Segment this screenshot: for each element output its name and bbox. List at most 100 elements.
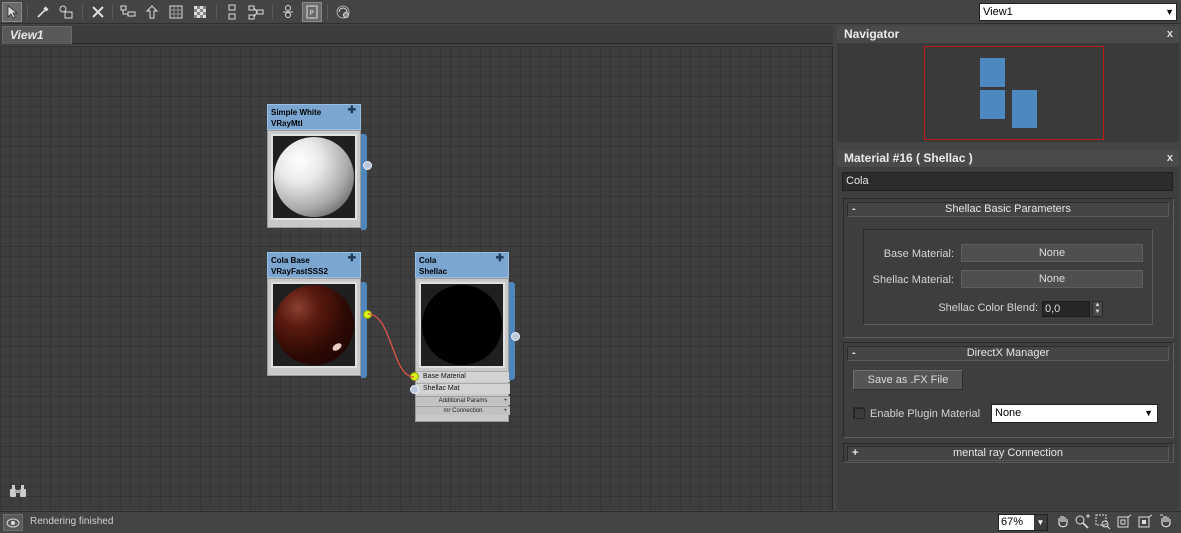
base-material-label: Base Material: (883, 248, 954, 260)
toolbar-separator (216, 4, 217, 20)
pan-view-icon[interactable] (1157, 513, 1175, 531)
rollout-mr-connection[interactable]: mr Connection + (416, 406, 510, 415)
slot-label: Base Material (423, 373, 466, 380)
node-name: Cola Base (271, 256, 310, 265)
eyedropper-icon[interactable] (33, 2, 53, 22)
spinner-arrows-icon[interactable]: ▲ ▼ (1092, 301, 1103, 317)
node-cola-shellac[interactable]: Cola Shellac ✚ Base Material Shellac Mat… (410, 252, 520, 424)
node-name: Simple White (271, 108, 322, 117)
shellac-material-button[interactable]: None (961, 270, 1143, 288)
render-status-icon[interactable] (3, 514, 23, 531)
node-name: Cola (419, 256, 437, 265)
chevron-down-icon: ▼ (1144, 408, 1153, 418)
material-panel-title: Material #16 ( Shellac ) (844, 151, 973, 165)
node-cola-base[interactable]: Cola Base VRayFastSSS2 ✚ (267, 252, 372, 378)
slot-base-material[interactable]: Base Material (416, 371, 510, 382)
view-select-value: View1 (983, 6, 1013, 18)
layout-children-vertical-icon[interactable] (246, 2, 266, 22)
tab-view1[interactable]: View1 (2, 26, 72, 44)
delete-icon[interactable] (88, 2, 108, 22)
pick-material-icon[interactable] (56, 2, 76, 22)
output-socket[interactable] (363, 310, 372, 319)
view-tab-bar (0, 25, 833, 45)
slot-label: Shellac Mat (423, 385, 460, 392)
navigator-node-thumbnail (1012, 90, 1037, 128)
toolbar: P View1 ▼ (0, 0, 1181, 24)
show-background-icon[interactable] (190, 2, 210, 22)
output-socket[interactable] (511, 332, 520, 341)
material-preview (271, 282, 357, 368)
rollout-label: Additional Params (438, 398, 488, 404)
node-output-tab (361, 134, 367, 230)
node-body: Base Material Shellac Mat Additional Par… (415, 278, 510, 422)
zoom-extents-icon[interactable] (1115, 513, 1133, 531)
zoom-extents-selected-icon[interactable] (1136, 513, 1154, 531)
close-icon[interactable]: x (1167, 150, 1173, 167)
base-material-button[interactable]: None (961, 244, 1143, 262)
render-map-icon[interactable] (333, 2, 353, 22)
rollout-title: mental ray Connection (952, 447, 1064, 459)
output-socket[interactable] (363, 161, 372, 170)
navigator-node-thumbnail (980, 58, 1005, 87)
rollout-header-directx[interactable]: - DirectX Manager (847, 346, 1169, 361)
parameter-editor-icon[interactable]: P (302, 2, 322, 22)
layout-children-icon[interactable] (118, 2, 138, 22)
binoculars-icon[interactable] (9, 484, 27, 498)
slot-shellac-mat[interactable]: Shellac Mat (416, 383, 510, 394)
chevron-down-icon: ▼ (1034, 515, 1047, 530)
node-header[interactable]: Simple White VRayMtl ✚ (267, 104, 361, 130)
svg-text:P: P (310, 9, 314, 17)
toolbar-separator (272, 4, 273, 20)
select-arrow-icon[interactable] (2, 2, 22, 22)
preview-sphere (422, 285, 502, 365)
rollout-header-shellac-basic[interactable]: - Shellac Basic Parameters (847, 202, 1169, 217)
input-socket-base-material[interactable] (410, 372, 419, 381)
hide-unused-slots-icon[interactable] (166, 2, 186, 22)
material-name-field[interactable]: Cola (842, 172, 1173, 191)
collapse-icon: - (852, 203, 856, 215)
plus-icon[interactable]: ✚ (348, 253, 356, 264)
layout-all-icon[interactable] (222, 2, 242, 22)
node-simple-white[interactable]: Simple White VRayMtl ✚ (267, 104, 372, 230)
zoom-dropdown[interactable]: 67% ▼ (998, 514, 1048, 531)
plus-icon[interactable]: ✚ (348, 105, 356, 116)
node-body (267, 130, 361, 228)
rollout-additional-params[interactable]: Additional Params + (416, 396, 510, 405)
rollout-title: DirectX Manager (966, 347, 1050, 359)
expand-icon: + (852, 447, 859, 459)
shellac-color-blend-spinner[interactable]: 0,0 (1042, 301, 1090, 317)
material-preview (271, 134, 357, 220)
plus-icon[interactable]: ✚ (496, 253, 504, 264)
node-header[interactable]: Cola Shellac ✚ (415, 252, 509, 278)
preview-sphere (274, 137, 354, 217)
material-preview (419, 282, 505, 368)
move-children-icon[interactable] (142, 2, 162, 22)
toolbar-separator (27, 4, 28, 20)
shellac-material-label: Shellac Material: (872, 274, 954, 286)
rollout-label: mr Connection (443, 408, 483, 414)
preview-sphere (274, 285, 354, 365)
toolbar-separator (327, 4, 328, 20)
node-body (267, 278, 361, 376)
rollout-header-mental-ray[interactable]: + mental ray Connection (847, 446, 1169, 461)
input-socket-shellac-mat[interactable] (410, 385, 419, 394)
close-icon[interactable]: x (1167, 26, 1173, 43)
node-type: VRayMtl (271, 119, 303, 128)
plugin-material-dropdown[interactable]: None ▼ (991, 404, 1158, 423)
plus-icon: + (503, 408, 507, 414)
collapse-icon: - (852, 347, 856, 359)
rollout-title: Shellac Basic Parameters (945, 203, 1071, 215)
zoom-region-icon[interactable] (1094, 513, 1112, 531)
save-fx-file-button[interactable]: Save as .FX File (853, 370, 963, 390)
navigator-node-thumbnail (980, 90, 1005, 119)
shellac-color-blend-label: Shellac Color Blend: (938, 302, 1038, 314)
zoom-icon[interactable] (1073, 513, 1091, 531)
node-type: Shellac (419, 267, 448, 276)
node-output-tab (361, 282, 367, 378)
enable-plugin-checkbox[interactable] (853, 407, 865, 419)
material-id-channel-icon[interactable] (278, 2, 298, 22)
view-select-dropdown[interactable]: View1 ▼ (979, 3, 1177, 21)
pan-hand-icon[interactable] (1054, 513, 1072, 531)
zoom-value: 67% (1001, 516, 1024, 528)
node-header[interactable]: Cola Base VRayFastSSS2 ✚ (267, 252, 361, 278)
